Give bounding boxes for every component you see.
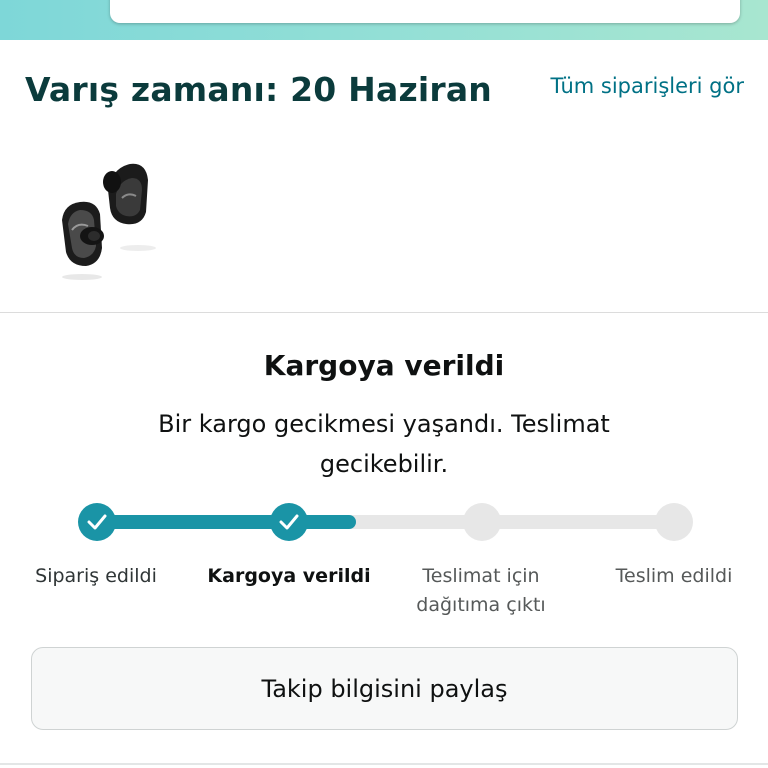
step-out-for-delivery-dot (463, 503, 501, 541)
step-out-for-delivery-label: Teslimat için dağıtıma çıktı (416, 565, 546, 616)
product-image[interactable] (50, 150, 170, 290)
step-shipped-label: Kargoya verildi (207, 565, 371, 587)
shipment-delay-message: Bir kargo gecikmesi yaşandı. Teslimat ge… (158, 410, 610, 478)
search-input[interactable] (110, 0, 740, 23)
checkmark-icon (279, 514, 299, 530)
earbuds-icon (62, 163, 156, 280)
step-shipped-dot (270, 503, 308, 541)
arrival-date-title: Varış zamanı: 20 Haziran (25, 70, 492, 109)
share-tracking-button[interactable]: Takip bilgisini paylaş (31, 647, 738, 730)
view-all-orders-link[interactable]: Tüm siparişleri gör (551, 74, 744, 98)
progress-track-fill (95, 515, 356, 529)
step-ordered-dot (78, 503, 116, 541)
step-delivered-label: Teslim edildi (615, 565, 733, 587)
step-delivered-dot (655, 503, 693, 541)
top-header-band (0, 0, 768, 40)
section-divider (0, 312, 768, 313)
step-ordered-label: Sipariş edildi (35, 565, 157, 587)
checkmark-icon (87, 514, 107, 530)
bottom-divider (0, 763, 768, 765)
shipment-status-title: Kargoya verildi (263, 349, 505, 382)
